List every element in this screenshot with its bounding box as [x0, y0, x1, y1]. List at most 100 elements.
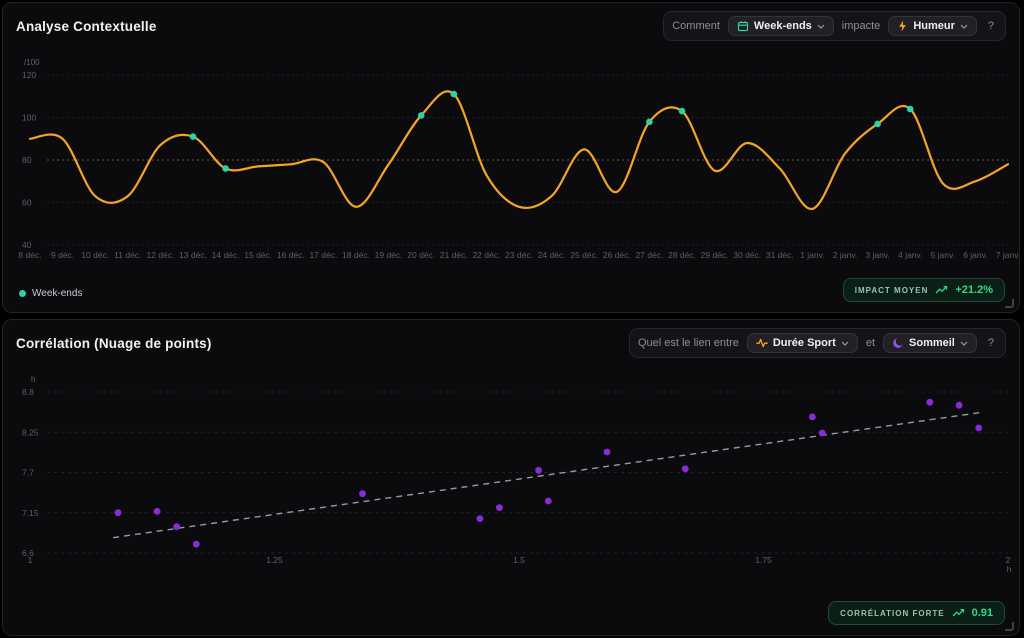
x-tick-label: 11 déc. [114, 250, 141, 260]
panel-resize-handle[interactable] [1005, 299, 1014, 308]
y-axis-unit-label: h [31, 375, 35, 384]
moon-icon [892, 337, 904, 349]
y-tick-label: 7.15 [22, 508, 39, 518]
weekend-data-point[interactable] [222, 165, 229, 172]
scatter-data-point[interactable] [819, 430, 826, 437]
context-question-middle: impacte [842, 20, 881, 32]
weekend-data-point[interactable] [646, 119, 653, 126]
scatter-data-point[interactable] [535, 467, 542, 474]
x-tick-label: 10 déc. [81, 250, 109, 260]
factor-dropdown-label: Week-ends [754, 20, 812, 32]
correlation-panel-header: Corrélation (Nuage de points) Quel est l… [3, 320, 1019, 366]
impact-badge-value: +21.2% [955, 284, 993, 296]
factor-dropdown[interactable]: Week-ends [728, 16, 834, 36]
correlation-badge: CORRÉLATION FORTE 0.91 [828, 601, 1005, 625]
x-tick-label: 13 déc. [179, 250, 207, 260]
weekend-data-point[interactable] [874, 121, 881, 128]
context-help-button[interactable]: ? [985, 20, 997, 32]
impact-badge-label: IMPACT MOYEN [855, 286, 929, 295]
correlation-controls: Quel est le lien entre Durée Sport et So… [629, 328, 1006, 358]
chevron-down-icon [841, 341, 849, 346]
scatter-data-point[interactable] [682, 465, 689, 472]
y-tick-label: 40 [22, 240, 32, 250]
trending-up-icon [935, 285, 948, 295]
y-axis-unit-label: /100 [24, 58, 40, 67]
context-controls: Comment Week-ends impacte Humeur [663, 11, 1006, 41]
x-tick-label: 18 déc. [342, 250, 370, 260]
weekend-data-point[interactable] [190, 133, 197, 140]
context-line-chart-canvas: /1001201008060408 déc.9 déc.10 déc.11 dé… [5, 55, 1019, 269]
scatter-data-point[interactable] [956, 402, 963, 409]
scatter-data-point[interactable] [496, 504, 503, 511]
zap-icon [897, 20, 908, 32]
x-tick-label: 4 janv. [898, 250, 922, 260]
mood-line [30, 91, 1008, 209]
y-tick-label: 100 [22, 113, 36, 123]
legend-label: Week-ends [32, 288, 82, 299]
legend-dot-icon [19, 290, 26, 297]
y-tick-label: 8.25 [22, 427, 39, 437]
metric-dropdown[interactable]: Humeur [888, 16, 977, 36]
weekend-data-point[interactable] [451, 91, 458, 98]
x-tick-label: 20 déc. [407, 250, 435, 260]
x-tick-label: 27 déc. [635, 250, 663, 260]
x-tick-label: 14 déc. [212, 250, 240, 260]
scatter-data-point[interactable] [193, 541, 200, 548]
scatter-data-point[interactable] [173, 523, 180, 530]
x-tick-label: 1 [28, 555, 33, 565]
x-tick-label: 1.25 [266, 555, 283, 565]
trending-up-icon [952, 608, 965, 618]
x-tick-label: 17 déc. [309, 250, 337, 260]
scatter-data-point[interactable] [926, 399, 933, 406]
x-tick-label: 9 déc. [51, 250, 74, 260]
x-tick-label: 1 janv. [800, 250, 824, 260]
chevron-down-icon [817, 24, 825, 29]
x-tick-label: 19 déc. [375, 250, 403, 260]
x-tick-label: 12 déc. [146, 250, 174, 260]
scatter-data-point[interactable] [975, 425, 982, 432]
weekend-data-point[interactable] [418, 112, 425, 119]
scatter-data-point[interactable] [477, 515, 484, 522]
scatter-data-point[interactable] [359, 490, 366, 497]
context-panel-title: Analyse Contextuelle [16, 19, 157, 34]
correlation-question-prefix: Quel est le lien entre [638, 337, 739, 349]
correlation-panel-title: Corrélation (Nuage de points) [16, 336, 212, 351]
x-tick-label: 23 déc. [505, 250, 533, 260]
y-tick-label: 60 [22, 198, 32, 208]
x-tick-label: 8 déc. [18, 250, 41, 260]
weekend-data-point[interactable] [907, 106, 914, 113]
correlation-question-middle: et [866, 337, 875, 349]
variable-x-dropdown-label: Durée Sport [773, 337, 836, 349]
context-panel-header: Analyse Contextuelle Comment Week-ends i… [3, 3, 1019, 49]
context-analysis-panel: Analyse Contextuelle Comment Week-ends i… [2, 2, 1020, 313]
scatter-data-point[interactable] [809, 414, 816, 421]
calendar-icon [737, 20, 749, 32]
scatter-data-point[interactable] [545, 498, 552, 505]
variable-y-dropdown[interactable]: Sommeil [883, 333, 977, 353]
panel-resize-handle[interactable] [1005, 622, 1014, 631]
x-tick-label: 1.5 [513, 555, 525, 565]
x-tick-label: 22 déc. [472, 250, 500, 260]
activity-icon [756, 337, 768, 349]
x-tick-label: 28 déc. [668, 250, 696, 260]
x-tick-label: 26 déc. [603, 250, 631, 260]
chevron-down-icon [960, 341, 968, 346]
x-tick-label: 30 déc. [733, 250, 761, 260]
x-tick-label: 2 [1006, 555, 1011, 565]
y-tick-label: 120 [22, 70, 36, 80]
correlation-help-button[interactable]: ? [985, 337, 997, 349]
scatter-data-point[interactable] [154, 508, 161, 515]
scatter-data-point[interactable] [115, 509, 122, 516]
x-tick-label: 5 janv. [931, 250, 955, 260]
variable-x-dropdown[interactable]: Durée Sport [747, 333, 858, 353]
correlation-scatter-canvas: h8.88.257.77.156.611.251.51.752h [5, 372, 1019, 590]
y-tick-label: 7.7 [22, 468, 34, 478]
scatter-data-point[interactable] [604, 449, 611, 456]
x-tick-label: 25 déc. [570, 250, 598, 260]
x-tick-label: 1.75 [755, 555, 772, 565]
x-tick-label: 21 déc. [440, 250, 468, 260]
x-tick-label: 7 janv. [996, 250, 1019, 260]
x-tick-label: 3 janv. [865, 250, 889, 260]
weekend-data-point[interactable] [679, 108, 686, 115]
x-tick-label: 16 déc. [277, 250, 305, 260]
